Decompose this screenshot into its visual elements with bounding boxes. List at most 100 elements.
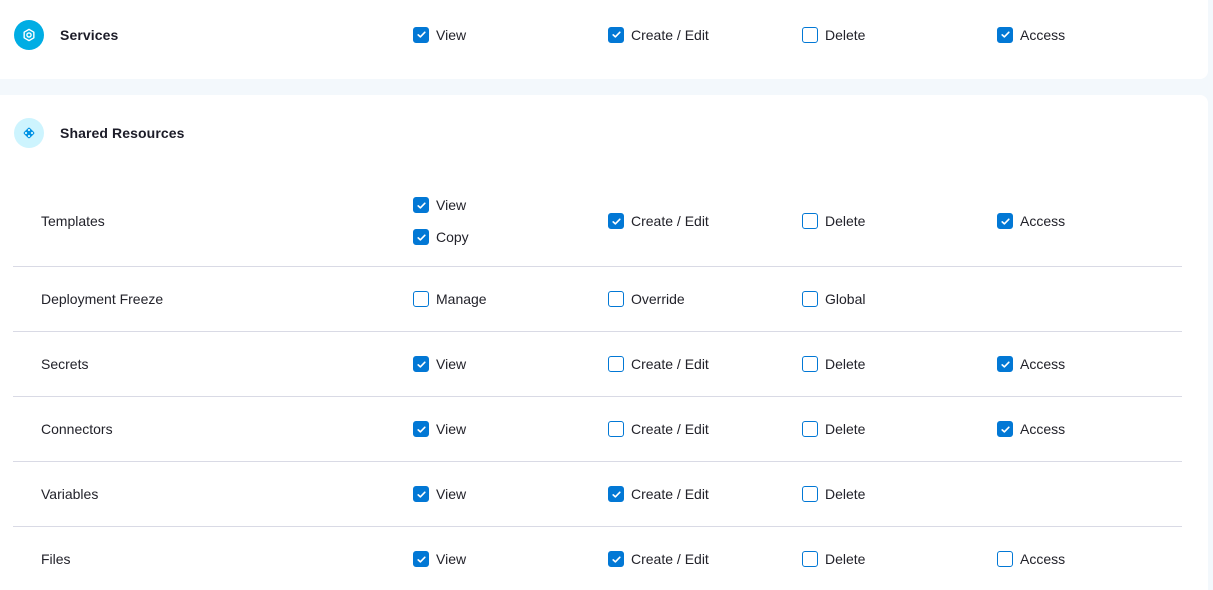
permission-create-edit[interactable]: Create / Edit — [608, 486, 802, 502]
permission-access[interactable]: Access — [997, 551, 1182, 567]
permission-cell: View — [413, 356, 608, 372]
checkbox-checked-icon[interactable] — [997, 213, 1013, 229]
permission-cell: Delete — [802, 421, 997, 437]
permission-copy[interactable]: Copy — [413, 229, 608, 245]
permission-label: Copy — [436, 229, 469, 245]
permission-cell: Create / Edit — [608, 421, 802, 437]
permission-label: Delete — [825, 213, 865, 229]
permission-view[interactable]: View — [413, 421, 608, 437]
checkbox-checked-icon[interactable] — [608, 213, 624, 229]
permission-label: Delete — [825, 486, 865, 502]
checkbox-unchecked-icon[interactable] — [802, 213, 818, 229]
services-permission-col: Delete — [802, 27, 997, 43]
checkbox-unchecked-icon[interactable] — [802, 356, 818, 372]
permission-label: Access — [1020, 356, 1065, 372]
permission-cell: Manage — [413, 291, 608, 307]
permission-create-edit[interactable]: Create / Edit — [608, 356, 802, 372]
checkbox-checked-icon[interactable] — [608, 551, 624, 567]
checkbox-unchecked-icon[interactable] — [997, 551, 1013, 567]
checkbox-unchecked-icon[interactable] — [802, 551, 818, 567]
permission-cell: Delete — [802, 356, 997, 372]
permission-label: Create / Edit — [631, 486, 709, 502]
services-section-title: Services — [60, 27, 118, 43]
shared-resources-rows: TemplatesViewCopyCreate / EditDeleteAcce… — [0, 181, 1208, 590]
checkbox-unchecked-icon[interactable] — [802, 486, 818, 502]
permission-label: Create / Edit — [631, 551, 709, 567]
services-icon — [14, 20, 44, 50]
services-permission-col: View — [413, 27, 608, 43]
checkbox-checked-icon[interactable] — [413, 486, 429, 502]
checkbox-checked-icon[interactable] — [413, 421, 429, 437]
resource-row-deployment-freeze: Deployment Freeze Manage OverrideGlobal — [13, 266, 1182, 331]
permission-access[interactable]: Access — [997, 421, 1182, 437]
permission-view[interactable]: View — [413, 197, 608, 213]
permission-label: Create / Edit — [631, 356, 709, 372]
permission-label: Access — [1020, 213, 1065, 229]
checkbox-checked-icon[interactable] — [608, 27, 624, 43]
checkbox-checked-icon[interactable] — [413, 551, 429, 567]
permission-manage[interactable]: Manage — [413, 291, 608, 307]
shared-resources-icon — [14, 118, 44, 148]
checkbox-unchecked-icon[interactable] — [802, 421, 818, 437]
permission-cell: Global — [802, 291, 997, 307]
permission-cell: Override — [608, 291, 802, 307]
shared-resources-section-header: Shared Resources — [0, 118, 1208, 148]
permission-cell: Delete — [802, 213, 997, 229]
checkbox-checked-icon[interactable] — [608, 486, 624, 502]
permission-access[interactable]: Access — [997, 213, 1182, 229]
shared-resources-section-title: Shared Resources — [60, 125, 185, 141]
permission-view[interactable]: View — [413, 486, 608, 502]
checkbox-checked-icon[interactable] — [413, 356, 429, 372]
permission-label: Manage — [436, 291, 487, 307]
permission-delete[interactable]: Delete — [802, 421, 997, 437]
permission-delete[interactable]: Delete — [802, 356, 997, 372]
permission-create-edit[interactable]: Create / Edit — [608, 551, 802, 567]
permission-cell: View — [413, 551, 608, 567]
permission-view[interactable]: View — [413, 356, 608, 372]
checkbox-unchecked-icon[interactable] — [608, 421, 624, 437]
permission-create-edit[interactable]: Create / Edit — [608, 421, 802, 437]
permission-cell: Access — [997, 421, 1182, 437]
permission-cell: Create / Edit — [608, 356, 802, 372]
permission-access[interactable]: Access — [997, 356, 1182, 372]
permission-view[interactable]: View — [413, 27, 608, 43]
permission-delete[interactable]: Delete — [802, 27, 997, 43]
permission-global[interactable]: Global — [802, 291, 997, 307]
checkbox-checked-icon[interactable] — [413, 27, 429, 43]
checkbox-checked-icon[interactable] — [413, 229, 429, 245]
permission-delete[interactable]: Delete — [802, 486, 997, 502]
resource-row-files: FilesViewCreate / EditDeleteAccess — [13, 526, 1182, 590]
permission-label: Create / Edit — [631, 213, 709, 229]
checkbox-unchecked-icon[interactable] — [802, 27, 818, 43]
resource-label: Deployment Freeze — [41, 291, 413, 307]
checkbox-checked-icon[interactable] — [413, 197, 429, 213]
permission-label: Access — [1020, 421, 1065, 437]
checkbox-checked-icon[interactable] — [997, 421, 1013, 437]
permission-cell: Access — [997, 356, 1182, 372]
permission-cell: Delete — [802, 551, 997, 567]
permission-view[interactable]: View — [413, 551, 608, 567]
checkbox-unchecked-icon[interactable] — [802, 291, 818, 307]
services-permissions-card: Services View Create / Edit Delete Acces… — [0, 0, 1208, 79]
permission-delete[interactable]: Delete — [802, 213, 997, 229]
permission-delete[interactable]: Delete — [802, 551, 997, 567]
checkbox-checked-icon[interactable] — [997, 27, 1013, 43]
services-row: Services View Create / Edit Delete Acces… — [0, 20, 1208, 50]
permission-cell: Create / Edit — [608, 213, 802, 229]
resource-label: Secrets — [41, 356, 413, 372]
permission-cell: View Copy — [413, 197, 608, 245]
permission-label: Create / Edit — [631, 27, 709, 43]
resource-row-templates: TemplatesViewCopyCreate / EditDeleteAcce… — [13, 181, 1182, 266]
checkbox-checked-icon[interactable] — [997, 356, 1013, 372]
permission-create-edit[interactable]: Create / Edit — [608, 213, 802, 229]
checkbox-unchecked-icon[interactable] — [608, 291, 624, 307]
permission-access[interactable]: Access — [997, 27, 1208, 43]
permission-cell: Create / Edit — [608, 551, 802, 567]
resource-row-connectors: ConnectorsViewCreate / EditDeleteAccess — [13, 396, 1182, 461]
permission-create-edit[interactable]: Create / Edit — [608, 27, 802, 43]
permission-override[interactable]: Override — [608, 291, 802, 307]
checkbox-unchecked-icon[interactable] — [608, 356, 624, 372]
permission-label: View — [436, 486, 466, 502]
checkbox-unchecked-icon[interactable] — [413, 291, 429, 307]
permission-label: View — [436, 551, 466, 567]
